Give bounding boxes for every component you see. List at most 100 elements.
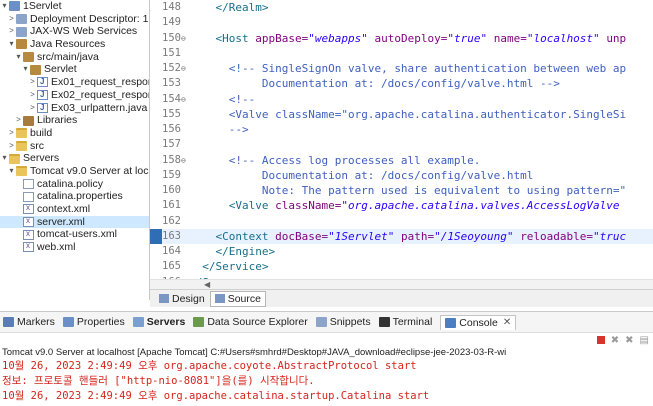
code-line[interactable]: 150⊖ <Host appBase="webapps" autoDeploy=… [150, 30, 653, 46]
tree-item[interactable]: > src [0, 140, 149, 153]
tree-item[interactable]: > JAX-WS Web Services [0, 25, 149, 38]
expand-toggle-icon[interactable]: > [28, 76, 37, 89]
tree-item-label: catalina.properties [37, 190, 123, 203]
remove-launch-icon[interactable]: ✖ [611, 335, 619, 346]
tree-item[interactable]: ▾ Java Resources [0, 38, 149, 51]
expand-toggle-icon[interactable]: > [14, 114, 23, 127]
tree-item-label: Ex03_urlpattern.java [51, 101, 148, 114]
tree-item[interactable]: > Ex01_request_respor [0, 76, 149, 89]
expand-toggle-icon[interactable]: > [7, 25, 16, 38]
code-text: <!-- SingleSignOn valve, share authentic… [189, 61, 653, 76]
line-number: 153 [162, 77, 181, 90]
tree-item[interactable]: ▾ 1Servlet [0, 0, 149, 13]
code-line[interactable]: 162 [150, 213, 653, 229]
code-line[interactable]: 164 </Engine> [150, 244, 653, 260]
code-line[interactable]: 155 <Valve className="org.apache.catalin… [150, 106, 653, 122]
code-line[interactable]: 153 Documentation at: /docs/config/valve… [150, 76, 653, 92]
code-token: </Service> [202, 260, 269, 274]
code-line[interactable]: 157 [150, 137, 653, 153]
code-line[interactable]: 151 [150, 45, 653, 61]
expand-toggle-icon[interactable]: > [7, 140, 16, 153]
code-line[interactable]: 156 --> [150, 122, 653, 138]
code-line[interactable]: 163 <Context docBase="1Servlet" path="/1… [150, 228, 653, 244]
package-icon [16, 39, 27, 50]
tree-item-label: Servers [23, 152, 60, 165]
editor-horizontal-scrollbar[interactable]: ◀ [150, 279, 653, 289]
tree-item[interactable]: server.xml [0, 215, 149, 229]
console-icon [445, 317, 457, 328]
code-line[interactable]: 159 Documentation at: /docs/config/valve… [150, 167, 653, 183]
tree-item[interactable]: tomcat-users.xml [0, 228, 149, 241]
xml-source-editor[interactable]: 148 </Realm> 149 150⊖ <Host appBase="webap… [150, 0, 653, 289]
expand-toggle-icon[interactable]: ▾ [14, 51, 23, 64]
code-line[interactable]: 165 </Service> [150, 259, 653, 275]
tab-design[interactable]: Design [154, 291, 210, 307]
code-line[interactable]: 149 [150, 15, 653, 31]
close-icon[interactable]: ✕ [503, 317, 511, 328]
expand-toggle-icon[interactable]: ▾ [0, 0, 9, 13]
lib-icon [23, 115, 34, 126]
tree-item[interactable]: > build [0, 127, 149, 140]
console-line: 10월 26, 2023 2:49:49 오후 org.apache.coyot… [2, 360, 417, 372]
code-line[interactable]: 152⊖ <!-- SingleSignOn valve, share auth… [150, 61, 653, 77]
tab-console[interactable]: Console ✕ [440, 314, 517, 330]
code-line[interactable]: 161 <Valve className="org.apache.catalin… [150, 198, 653, 214]
tree-item[interactable]: web.xml [0, 241, 149, 254]
tab-snippets[interactable]: Snippets [315, 316, 371, 328]
tree-item[interactable]: catalina.policy [0, 178, 149, 191]
code-token: <!-- [228, 92, 256, 106]
tree-item[interactable]: > Deployment Descriptor: 1Se [0, 13, 149, 26]
tree-item[interactable]: > Ex02_request_respor [0, 89, 149, 102]
tree-item[interactable]: > Libraries [0, 114, 149, 127]
tree-item[interactable]: ▾ Servlet [0, 63, 149, 76]
tree-item[interactable]: > Ex03_urlpattern.java [0, 102, 149, 115]
tree-item[interactable]: ▾ src/main/java [0, 51, 149, 64]
tree-item[interactable]: catalina.properties [0, 190, 149, 203]
code-text: <!-- [189, 92, 653, 107]
expand-toggle-icon[interactable]: ▾ [0, 152, 9, 165]
expand-toggle-icon[interactable]: > [7, 127, 16, 140]
tab-markers[interactable]: Markers [3, 316, 55, 328]
code-line[interactable]: 160 Note: The pattern used is equivalent… [150, 183, 653, 199]
tab-data-source-explorer[interactable]: Data Source Explorer [193, 316, 308, 328]
tab-label: Design [172, 292, 205, 305]
code-line[interactable]: 154⊖ <!-- [150, 91, 653, 107]
expand-toggle-icon[interactable]: > [28, 102, 37, 115]
gutter [150, 167, 162, 183]
line-number: 148 [162, 1, 181, 13]
expand-toggle-icon[interactable]: ▾ [7, 38, 16, 51]
expand-toggle-icon[interactable]: ▾ [7, 165, 16, 178]
project-explorer: ▾ 1Servlet > Deployment Descriptor: 1Se > JAX… [0, 0, 150, 300]
fold-toggle-icon[interactable]: ⊖ [181, 64, 186, 73]
gutter [150, 0, 162, 16]
expand-toggle-icon[interactable]: > [7, 13, 16, 26]
fold-toggle-icon[interactable]: ⊖ [181, 34, 186, 43]
tab-properties[interactable]: Properties [62, 316, 125, 328]
tree-item[interactable]: ▾ Tomcat v9.0 Server at localh [0, 165, 149, 178]
line-number: 157 [162, 138, 181, 151]
tab-terminal[interactable]: Terminal [378, 316, 432, 328]
code-line[interactable]: 158⊖ <!-- Access log processes all examp… [150, 152, 653, 168]
tab-servers[interactable]: Servers [132, 316, 185, 328]
tree-item[interactable]: ▾ Servers [0, 152, 149, 165]
fold-toggle-icon[interactable]: ⊖ [181, 156, 186, 165]
gutter [150, 228, 162, 244]
expand-toggle-icon[interactable]: > [28, 89, 37, 102]
data-source-explorer-icon [193, 317, 205, 327]
tree-item[interactable]: context.xml [0, 203, 149, 216]
tree-item-label: build [30, 126, 53, 139]
terminate-icon[interactable] [596, 336, 605, 344]
fold-toggle-icon[interactable]: ⊖ [181, 95, 186, 104]
snippets-icon [315, 317, 327, 327]
tab-source[interactable]: Source [209, 290, 266, 307]
remove-all-icon[interactable]: ✖ [625, 335, 633, 346]
markers-icon [3, 317, 14, 327]
code-token: "webapps" [308, 31, 368, 45]
console-menu-icon[interactable]: ▤ [640, 335, 649, 346]
scroll-left-icon[interactable]: ◀ [204, 280, 210, 289]
expand-toggle-icon[interactable]: ▾ [21, 63, 30, 76]
code-line[interactable]: 148 </Realm> [150, 0, 653, 16]
